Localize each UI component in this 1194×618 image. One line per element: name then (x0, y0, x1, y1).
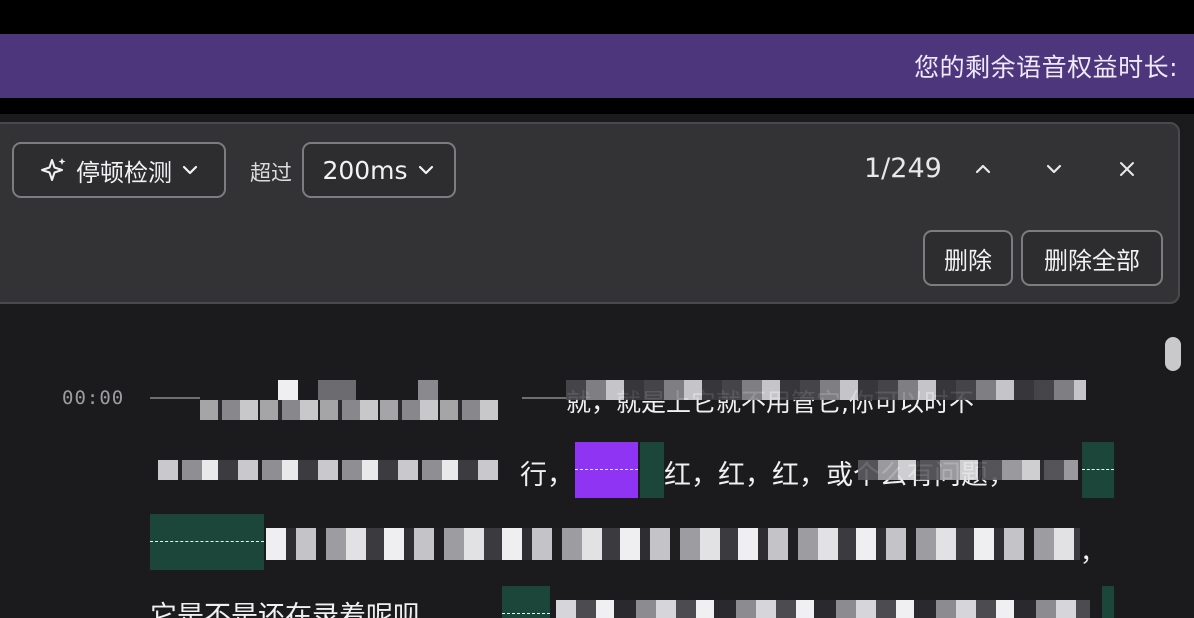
mode-label: 停顿检测 (76, 158, 172, 187)
transcript-line: 它是不是还在录着呢呗 (150, 601, 420, 618)
pause-marker-active[interactable] (575, 442, 638, 498)
delete-label: 删除 (944, 246, 992, 275)
previous-match-button[interactable] (966, 152, 1000, 186)
delete-all-label: 删除全部 (1044, 246, 1140, 275)
transcript-line: ， (1080, 538, 1106, 567)
window-topbar (0, 0, 1194, 34)
quota-banner: 您的剩余语音权益时长: (0, 34, 1194, 98)
redacted-text (158, 460, 498, 480)
scrollbar-thumb[interactable] (1165, 337, 1181, 371)
pause-marker[interactable] (640, 442, 664, 498)
chevron-down-icon (182, 165, 198, 175)
delete-all-button[interactable]: 删除全部 (1021, 230, 1163, 286)
silence-line (150, 397, 200, 399)
pause-marker[interactable] (502, 586, 550, 618)
redacted-text (858, 460, 1078, 480)
chevron-up-icon (975, 164, 991, 174)
match-counter: 1/249 (864, 153, 942, 184)
mode-select-button[interactable]: 停顿检测 (12, 142, 226, 198)
divider-strip (0, 98, 1194, 114)
threshold-prefix-label: 超过 (250, 161, 292, 185)
close-toolbar-button[interactable] (1110, 152, 1144, 186)
redacted-text (566, 380, 1086, 400)
transcript-line: 行， (520, 460, 574, 491)
threshold-label: 200ms (322, 155, 408, 185)
app-root: 您的剩余语音权益时长: 停顿检测 超过 200ms 1/249 删除 删除全部 … (0, 0, 1194, 618)
delete-button[interactable]: 删除 (923, 230, 1013, 286)
silence-line (522, 397, 568, 399)
close-icon (1120, 162, 1134, 176)
quota-banner-text: 您的剩余语音权益时长: (914, 53, 1178, 82)
segment-timestamp: 00:00 (62, 387, 125, 409)
next-match-button[interactable] (1037, 152, 1071, 186)
pause-marker[interactable] (1082, 442, 1114, 498)
redacted-text (200, 380, 500, 420)
chevron-down-icon (1046, 164, 1062, 174)
pause-marker[interactable] (1102, 586, 1114, 618)
chevron-down-icon (418, 165, 433, 175)
pause-marker[interactable] (150, 514, 264, 570)
redacted-text (266, 528, 1080, 560)
threshold-select-button[interactable]: 200ms (302, 142, 456, 198)
sparkle-icon (41, 158, 66, 181)
redacted-text (556, 600, 1090, 618)
